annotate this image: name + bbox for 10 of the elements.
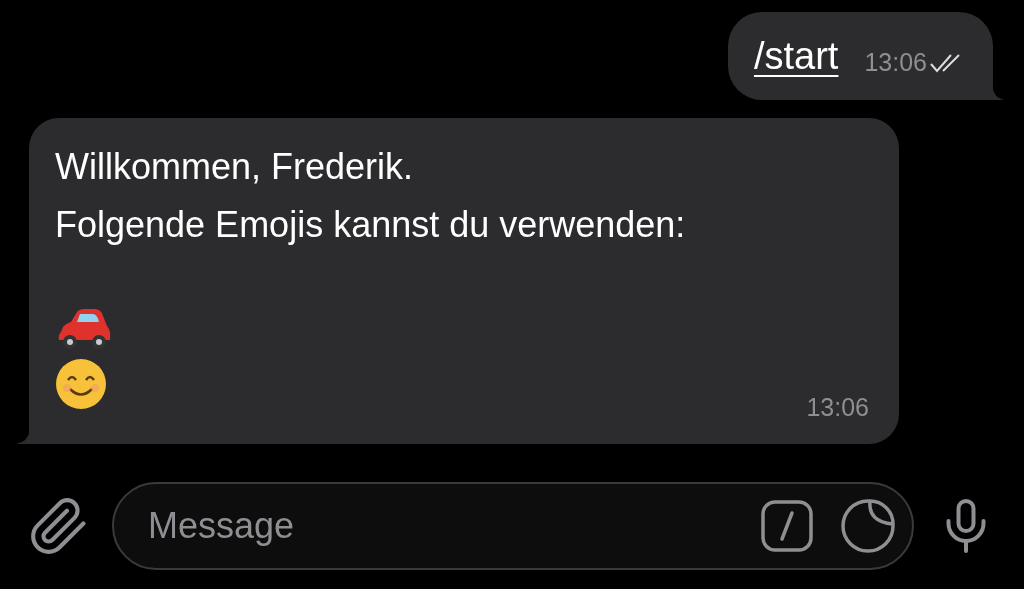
message-text: Folgende Emojis kannst du verwenden: xyxy=(55,203,687,247)
message-input[interactable]: Message xyxy=(148,499,760,553)
message-time: 13:06 xyxy=(864,47,927,79)
sticker-icon[interactable] xyxy=(840,498,896,554)
smiling-face-icon xyxy=(55,358,107,410)
message-time: 13:06 xyxy=(806,391,869,423)
slash-command-icon[interactable] xyxy=(760,499,814,553)
message-input-field[interactable]: Message xyxy=(112,482,914,570)
command-link[interactable]: /start xyxy=(753,27,839,85)
message-text: Willkommen, Frederik. xyxy=(55,145,415,189)
